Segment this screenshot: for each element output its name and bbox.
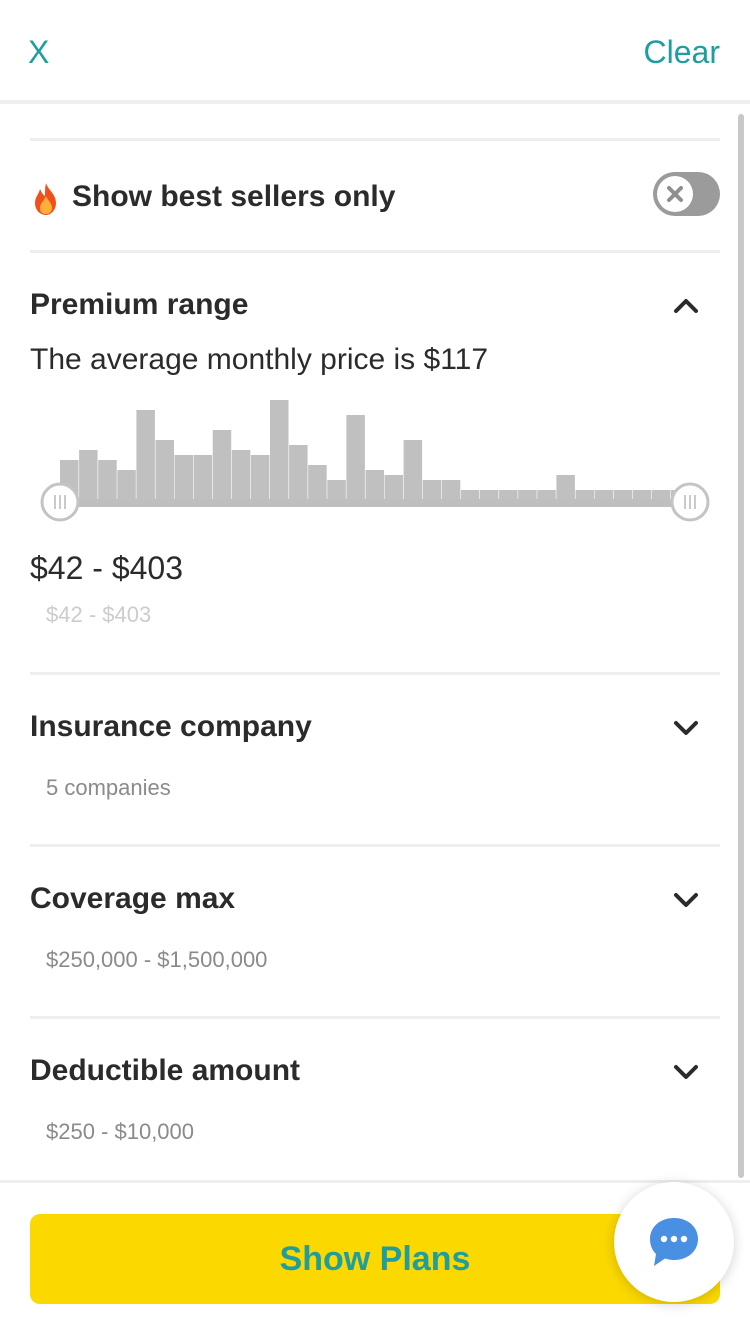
price-histogram xyxy=(40,400,710,522)
histogram-bar xyxy=(174,455,193,500)
histogram-bar xyxy=(250,455,270,500)
premium-range-value: $42 - $403 xyxy=(30,550,184,586)
best-sellers-label: Show best sellers only xyxy=(72,180,396,213)
premium-range-title: Premium range xyxy=(30,288,249,321)
slider-handle-min[interactable] xyxy=(40,482,80,522)
deductible-amount-summary: $250 - $10,000 xyxy=(46,1119,195,1144)
histogram-bar xyxy=(136,410,155,500)
slider-handle-max[interactable] xyxy=(670,482,710,522)
histogram-bar xyxy=(346,415,365,500)
histogram-bar xyxy=(651,490,671,500)
flame-icon xyxy=(35,183,56,215)
chevron-up-icon[interactable] xyxy=(670,290,702,322)
insurance-company-title[interactable]: Insurance company xyxy=(30,710,312,744)
coverage-max-summary: $250,000 - $1,500,000 xyxy=(46,947,268,972)
histogram-bar xyxy=(575,490,594,500)
chevron-down-icon[interactable] xyxy=(670,884,702,916)
toggle-knob xyxy=(657,176,693,212)
average-price-text: The average monthly price is $117 xyxy=(30,343,489,376)
histogram-bar xyxy=(594,490,613,500)
histogram-bar xyxy=(98,460,117,500)
slider-track xyxy=(60,499,690,507)
histogram-bar xyxy=(480,490,499,500)
x-icon xyxy=(667,186,683,202)
chevron-down-icon[interactable] xyxy=(670,1056,702,1088)
histogram-bar xyxy=(79,450,98,500)
histogram-bar xyxy=(499,490,518,500)
header-bar: X Clear xyxy=(0,0,750,104)
divider xyxy=(30,672,720,675)
histogram-bar xyxy=(117,470,136,500)
histogram-bar xyxy=(460,490,480,500)
histogram-bar xyxy=(441,480,461,500)
histogram-bar xyxy=(155,440,174,500)
histogram-bar xyxy=(613,490,633,500)
chat-button[interactable] xyxy=(614,1182,734,1302)
histogram-bar xyxy=(403,440,423,500)
histogram-bar xyxy=(537,490,556,500)
histogram-bar xyxy=(632,490,652,500)
coverage-max-title[interactable]: Coverage max xyxy=(30,882,235,916)
insurance-company-summary: 5 companies xyxy=(46,775,171,800)
scrollbar[interactable] xyxy=(738,114,744,1178)
premium-range-subvalue: $42 - $403 xyxy=(46,602,152,627)
divider xyxy=(30,844,720,847)
histogram-bar xyxy=(422,480,442,500)
histogram-bar xyxy=(212,430,232,500)
divider xyxy=(30,250,720,253)
histogram-bar xyxy=(556,475,575,500)
histogram-bar xyxy=(365,470,384,500)
histogram-bar xyxy=(193,455,213,500)
chat-bubble-icon xyxy=(650,1218,698,1266)
histogram-bar xyxy=(308,465,327,500)
histogram-bar xyxy=(327,480,346,500)
histogram-bar xyxy=(231,450,251,500)
histogram-bars xyxy=(60,400,690,500)
histogram-bar xyxy=(384,475,403,500)
divider xyxy=(30,138,720,141)
divider xyxy=(30,1016,720,1019)
clear-button[interactable]: Clear xyxy=(644,30,720,74)
chevron-down-icon[interactable] xyxy=(670,712,702,744)
histogram-bar xyxy=(518,490,537,500)
histogram-bar xyxy=(270,400,289,500)
histogram-bar xyxy=(289,445,308,500)
deductible-amount-title[interactable]: Deductible amount xyxy=(30,1054,300,1088)
best-sellers-toggle[interactable] xyxy=(653,172,720,216)
best-sellers-row: Show best sellers only xyxy=(30,172,720,228)
close-button[interactable]: X xyxy=(28,30,49,74)
